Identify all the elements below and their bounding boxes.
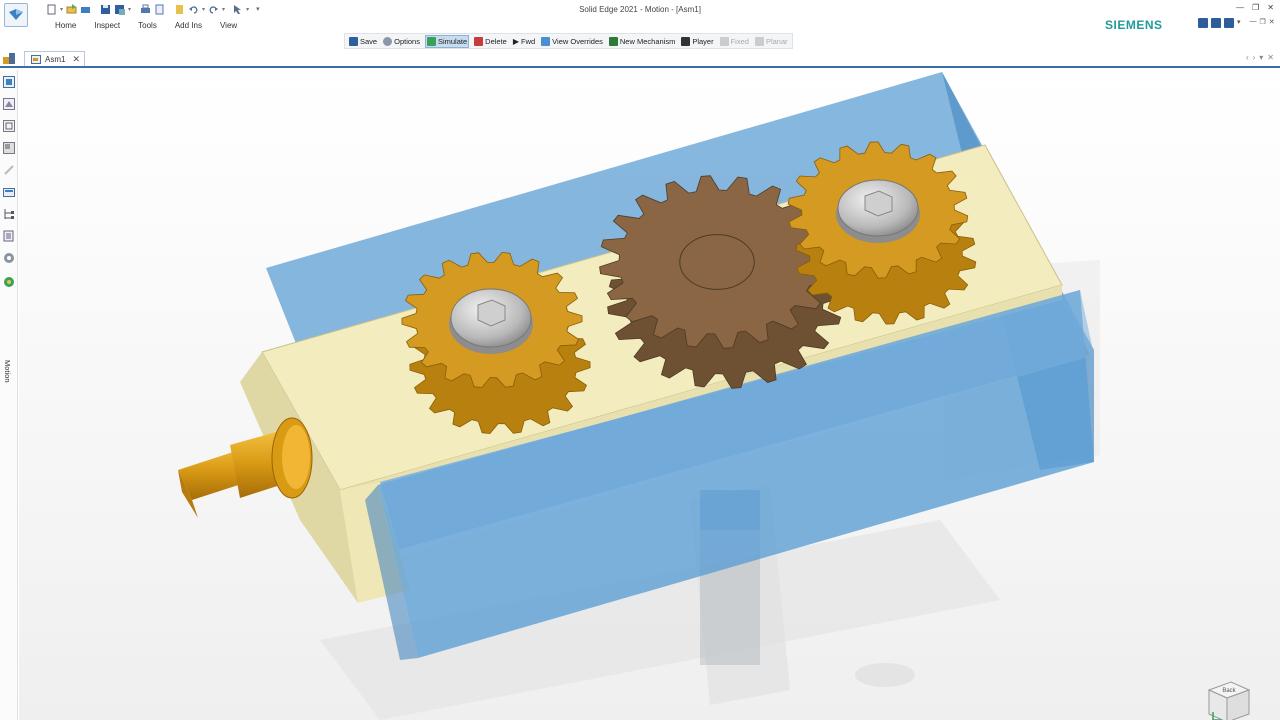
graphics-viewport[interactable]: Back [19,70,1280,720]
input-shaft [178,417,313,518]
bolt-left [449,288,533,354]
assembly-model [178,72,1100,720]
bolt-right [836,179,920,243]
view-cube[interactable]: Back [1205,680,1253,720]
solid-edge-window: ▾ ▾ ▾ ▾ ▾ ▾ Home Inspect Tools Add Ins V… [0,0,1280,720]
view-cube-top-label: Back [1222,688,1236,694]
